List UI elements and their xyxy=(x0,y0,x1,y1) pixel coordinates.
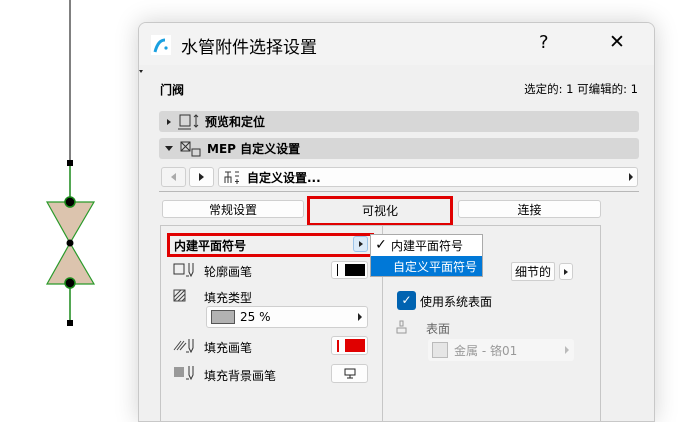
expand-icon xyxy=(167,118,171,125)
selection-info: 选定的: 1 可编辑的: 1 xyxy=(524,82,638,96)
settings-tree-icon xyxy=(224,171,239,184)
surface-label: 表面 xyxy=(426,322,451,336)
pen-color-swatch xyxy=(345,339,365,352)
app-logo-icon xyxy=(151,35,171,55)
fill-background-pen-button[interactable] xyxy=(331,364,368,383)
title-bar: 水管附件选择设置 ? ✕ xyxy=(139,23,654,65)
surface-swatch xyxy=(432,342,448,358)
fill-background-pen-label: 填充背景画笔 xyxy=(204,369,277,383)
forward-button[interactable] xyxy=(189,167,214,187)
section-preview-positioning[interactable]: 预览和定位 xyxy=(159,111,639,132)
outline-pen-button[interactable] xyxy=(331,261,368,279)
pen-color-swatch xyxy=(345,264,365,276)
dialog-title: 水管附件选择设置 xyxy=(181,38,317,58)
menu-item-custom[interactable]: 自定义平面符号 xyxy=(371,256,482,276)
mep-settings-icon xyxy=(180,141,201,156)
back-button[interactable] xyxy=(161,167,186,187)
detail-button[interactable]: 细节的 xyxy=(511,262,555,281)
valve-symbol[interactable] xyxy=(0,0,138,415)
paint-brush-icon xyxy=(396,320,407,334)
section-label: MEP 自定义设置 xyxy=(207,142,301,156)
dropdown-value: 自定义设置... xyxy=(247,170,321,185)
surface-dropdown[interactable]: 金属 - 铬01 xyxy=(428,339,574,361)
monitor-icon xyxy=(344,368,355,379)
detail-arrow-button[interactable] xyxy=(559,263,573,280)
section-label: 预览和定位 xyxy=(205,115,266,129)
fill-pen-button[interactable] xyxy=(331,336,368,355)
collapse-icon[interactable] xyxy=(139,70,143,73)
tab-connection[interactable]: 连接 xyxy=(458,200,601,218)
use-system-surface-label: 使用系统表面 xyxy=(420,295,493,309)
use-system-surface-checkbox[interactable]: ✓ xyxy=(397,291,416,310)
element-name: 门阀 xyxy=(160,83,185,97)
fill-pattern-swatch xyxy=(211,310,235,324)
highlight-box xyxy=(307,196,453,226)
outline-pen-icon xyxy=(173,263,194,278)
custom-settings-dropdown[interactable]: 自定义设置... xyxy=(218,167,638,187)
close-button[interactable]: ✕ xyxy=(609,31,625,53)
help-button[interactable]: ? xyxy=(539,32,549,53)
fill-type-dropdown[interactable]: 25 % xyxy=(206,306,368,328)
divider xyxy=(159,191,639,192)
dialog-window: 水管附件选择设置 ? ✕ 门阀 选定的: 1 可编辑的: 1 预览和定位 MEP… xyxy=(138,22,655,422)
fill-background-pen-icon xyxy=(174,366,194,381)
tab-general[interactable]: 常规设置 xyxy=(162,200,304,218)
section-mep-custom[interactable]: MEP 自定义设置 xyxy=(159,138,639,159)
highlight-box xyxy=(167,233,374,257)
outline-pen-label: 轮廓画笔 xyxy=(204,265,253,279)
collapse-icon xyxy=(165,146,173,151)
symbol-menu: ✓ 内建平面符号 自定义平面符号 xyxy=(370,234,483,277)
fill-pen-label: 填充画笔 xyxy=(204,341,253,355)
fill-pen-icon xyxy=(173,339,194,354)
fill-type-label: 填充类型 xyxy=(204,291,253,305)
preview-icon xyxy=(178,113,199,129)
checkmark-icon: ✓ xyxy=(375,237,387,253)
fill-type-icon xyxy=(173,289,186,302)
menu-item-built-in[interactable]: ✓ 内建平面符号 xyxy=(371,235,482,255)
